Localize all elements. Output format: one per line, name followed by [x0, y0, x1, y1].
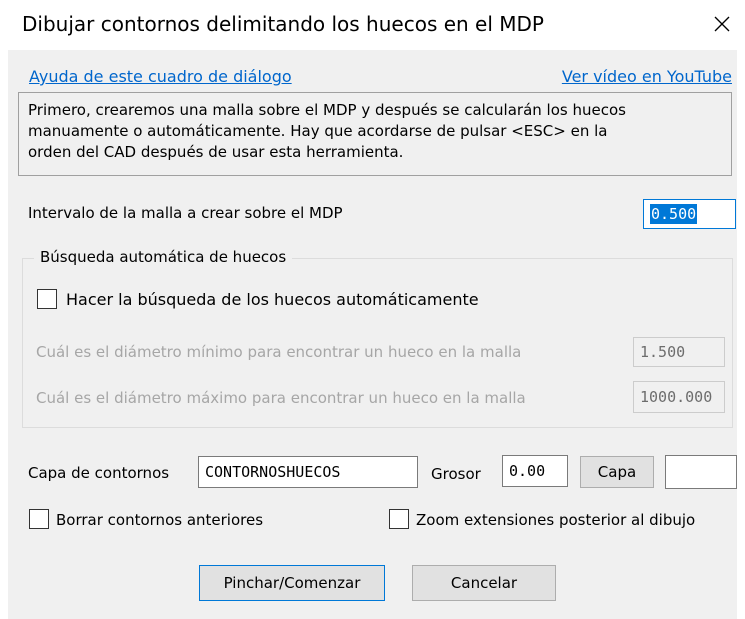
info-line: Primero, crearemos una malla sobre el MD…	[28, 101, 626, 119]
zoom-extents-checkbox[interactable]	[389, 509, 409, 529]
close-icon	[714, 16, 730, 32]
cancel-button[interactable]: Cancelar	[412, 565, 556, 601]
max-diameter-value: 1000.000	[640, 388, 713, 406]
layer-color-box[interactable]	[665, 455, 737, 489]
youtube-video-link[interactable]: Ver vídeo en YouTube	[562, 67, 732, 86]
mesh-interval-input[interactable]: 0.500	[643, 199, 736, 229]
delete-previous-label[interactable]: Borrar contornos anteriores	[56, 511, 263, 529]
min-diameter-value: 1.500	[640, 343, 686, 361]
auto-search-group-title: Búsqueda automática de huecos	[34, 248, 293, 266]
info-line: manuamente o automáticamente. Hay que ac…	[28, 122, 608, 140]
auto-search-checkbox[interactable]	[37, 289, 57, 309]
mesh-interval-label: Intervalo de la malla a crear sobre el M…	[28, 204, 343, 222]
max-diameter-input[interactable]: 1000.000	[633, 381, 725, 413]
min-diameter-label: Cuál es el diámetro mínimo para encontra…	[36, 343, 522, 361]
contour-layer-input[interactable]: CONTORNOSHUECOS	[198, 456, 418, 488]
close-button[interactable]	[699, 0, 745, 48]
contour-layer-value: CONTORNOSHUECOS	[205, 463, 341, 481]
thickness-label: Grosor	[431, 465, 481, 483]
auto-search-checkbox-label[interactable]: Hacer la búsqueda de los huecos automáti…	[66, 290, 479, 309]
thickness-value: 0.00	[509, 462, 546, 480]
zoom-extents-label[interactable]: Zoom extensiones posterior al dibujo	[416, 511, 695, 529]
window-title: Dibujar contornos delimitando los huecos…	[22, 12, 544, 36]
info-line: orden del CAD después de usar esta herra…	[28, 143, 404, 161]
help-link[interactable]: Ayuda de este cuadro de diálogo	[29, 67, 292, 86]
layer-select-button[interactable]: Capa	[580, 456, 654, 488]
delete-previous-checkbox[interactable]	[29, 509, 49, 529]
min-diameter-input[interactable]: 1.500	[633, 337, 725, 367]
max-diameter-label: Cuál es el diámetro máximo para encontra…	[36, 389, 526, 407]
contour-layer-label: Capa de contornos	[28, 464, 170, 482]
info-text-box: Primero, crearemos una malla sobre el MD…	[18, 92, 732, 176]
thickness-input[interactable]: 0.00	[502, 455, 568, 487]
title-bar: Dibujar contornos delimitando los huecos…	[0, 0, 745, 50]
start-button[interactable]: Pinchar/Comenzar	[199, 565, 385, 601]
mesh-interval-value: 0.500	[650, 204, 698, 224]
